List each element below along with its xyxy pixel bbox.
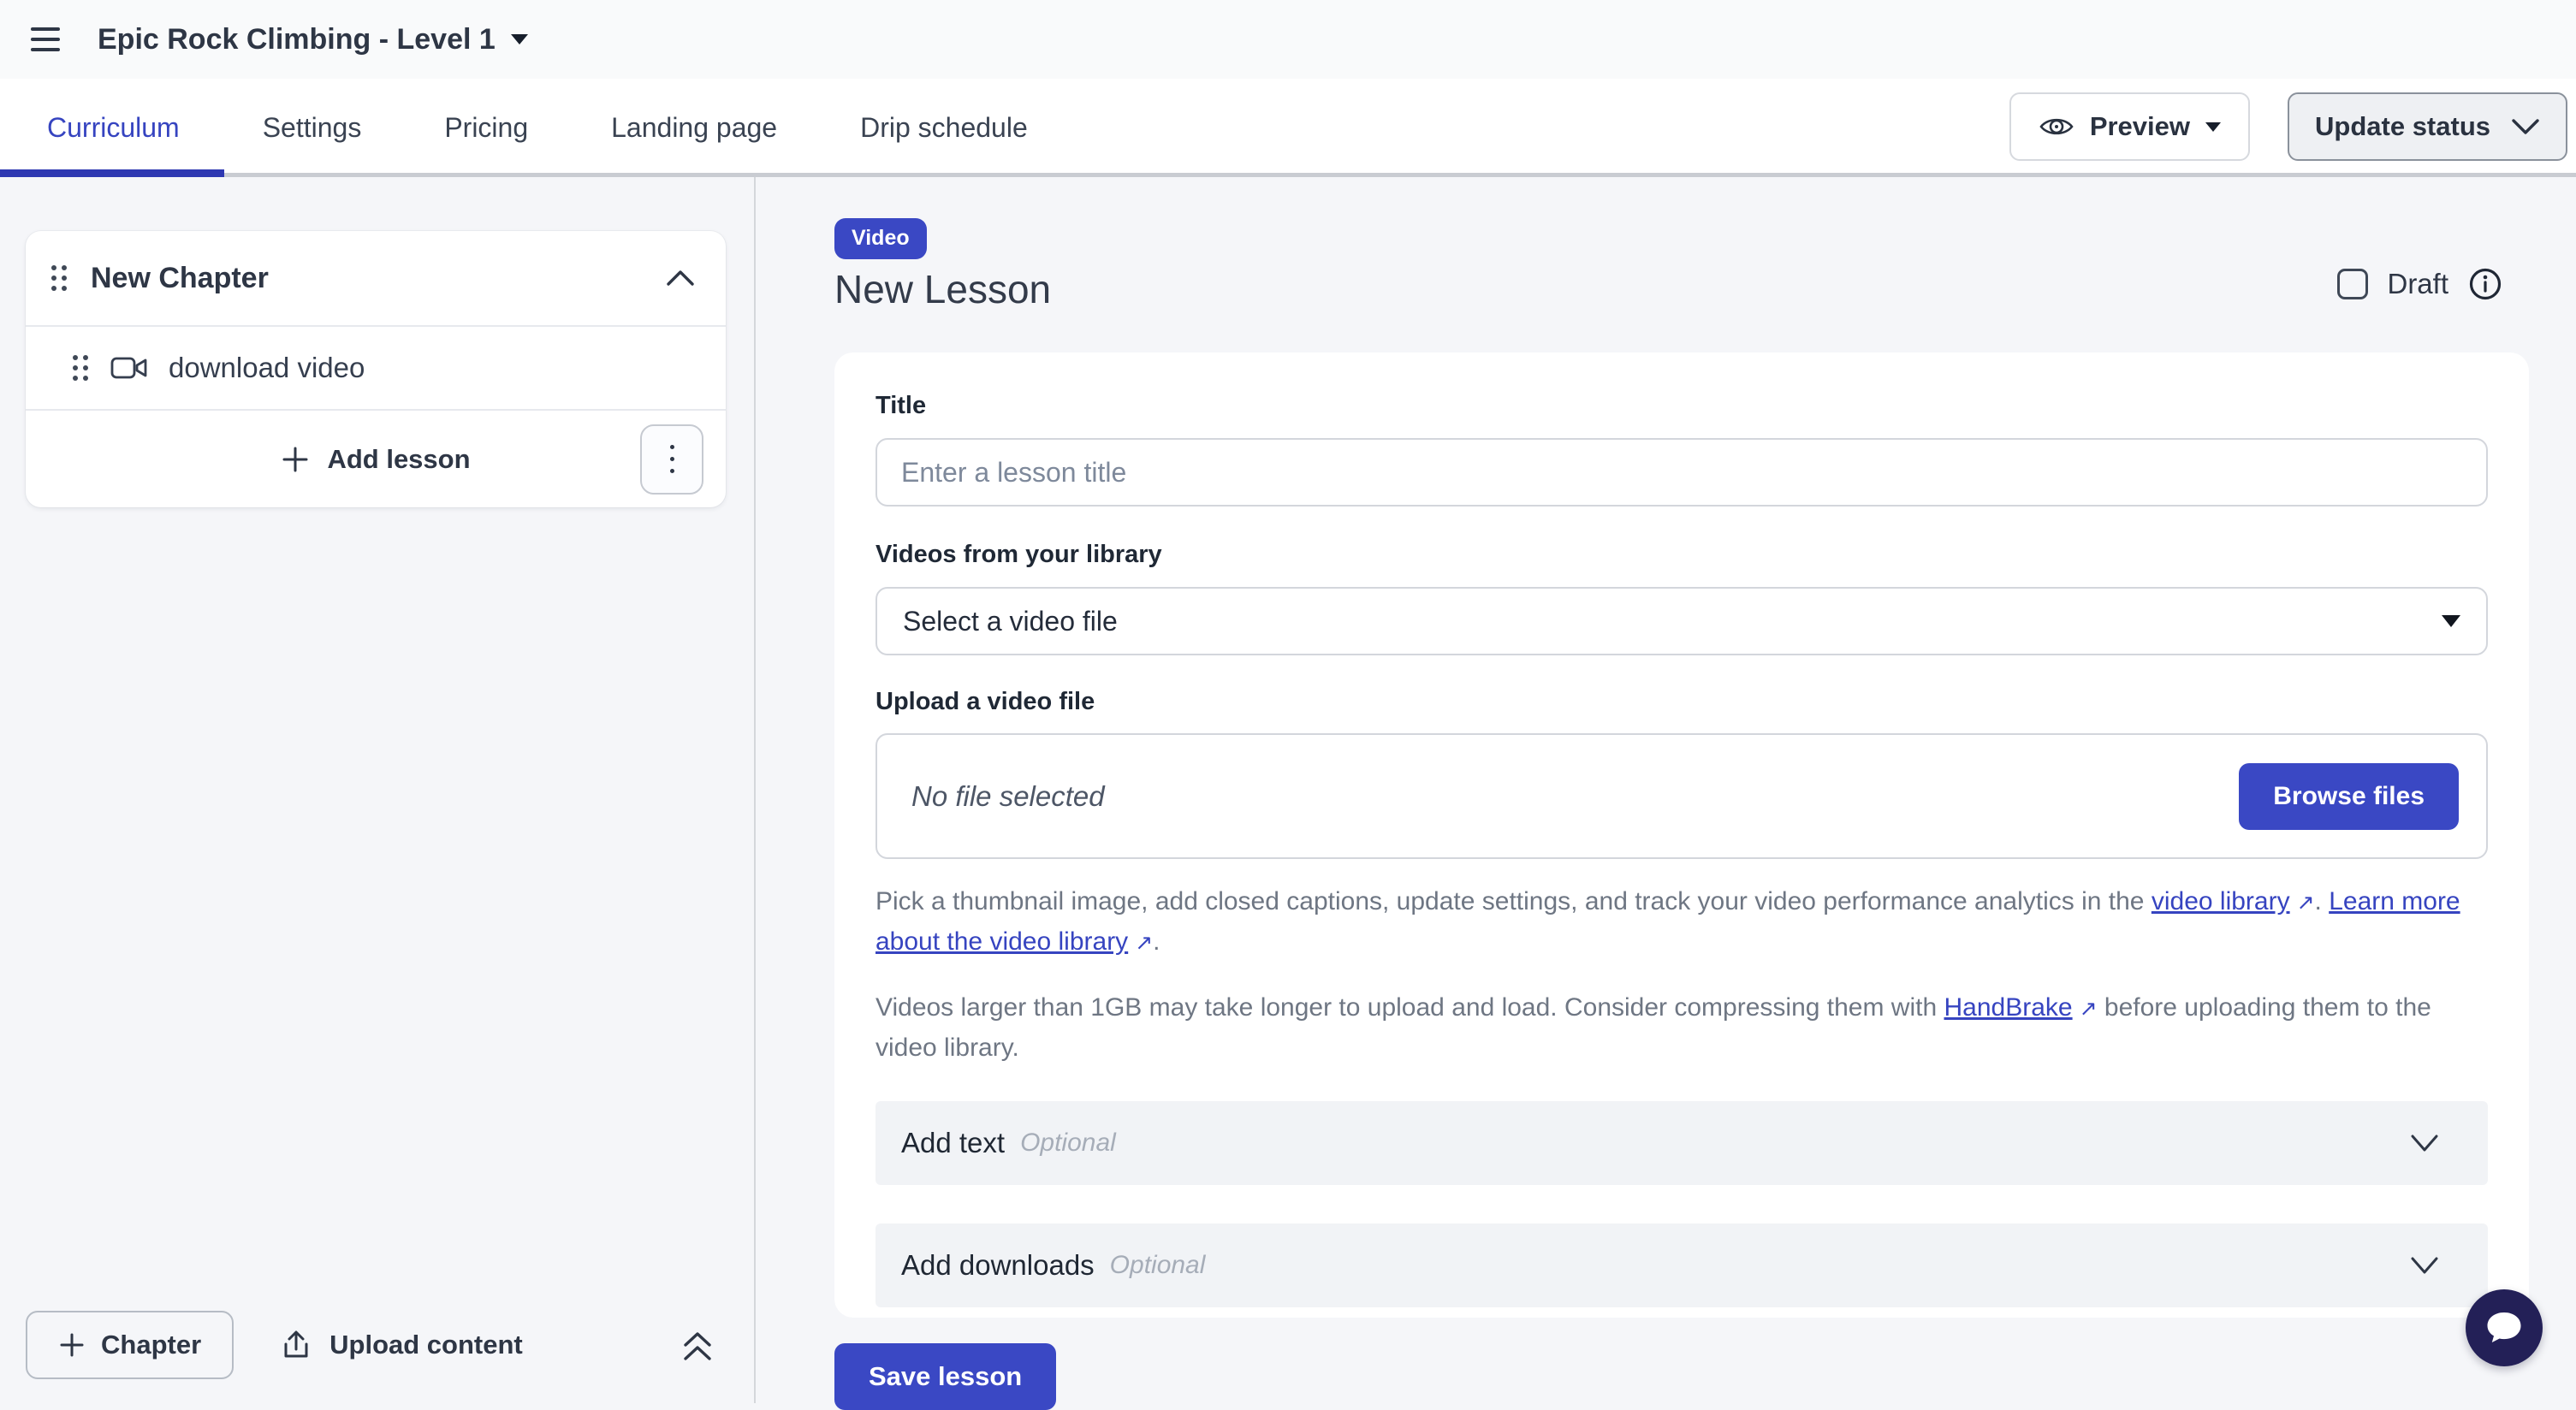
draft-toggle-group: Draft — [2337, 266, 2529, 302]
save-lesson-button[interactable]: Save lesson — [834, 1343, 1056, 1410]
double-chevron-up-icon — [678, 1325, 717, 1365]
lesson-type-badge: Video — [834, 218, 927, 259]
kebab-icon — [670, 445, 674, 473]
add-chapter-button[interactable]: Chapter — [26, 1311, 234, 1379]
add-downloads-accordion[interactable]: Add downloads Optional — [875, 1223, 2488, 1307]
link-label: video library — [2152, 887, 2290, 915]
curriculum-sidebar: New Chapter download video — [0, 177, 754, 1403]
chat-widget-button[interactable] — [2466, 1289, 2543, 1366]
plus-icon — [281, 445, 310, 474]
chevron-up-icon — [666, 269, 695, 287]
tab-pricing[interactable]: Pricing — [444, 112, 528, 144]
draft-checkbox[interactable] — [2337, 269, 2368, 299]
external-link-icon: ↗ — [2080, 990, 2098, 1028]
external-link-icon: ↗ — [1135, 924, 1153, 963]
chapter-card: New Chapter download video — [26, 231, 726, 507]
speech-bubble-icon — [2483, 1308, 2526, 1348]
upload-field-group: Upload a video file No file selected Bro… — [875, 688, 2488, 859]
draft-label: Draft — [2387, 268, 2448, 300]
add-text-accordion[interactable]: Add text Optional — [875, 1101, 2488, 1185]
upload-icon — [280, 1329, 312, 1361]
tab-settings[interactable]: Settings — [263, 112, 362, 144]
library-field-group: Videos from your library Select a video … — [875, 541, 2488, 655]
lesson-title: download video — [169, 352, 365, 384]
video-library-link[interactable]: video library↗ — [2152, 887, 2315, 915]
eye-icon — [2039, 114, 2074, 139]
video-camera-icon — [110, 354, 148, 382]
video-library-selected-value: Select a video file — [903, 606, 1118, 637]
drag-handle-icon[interactable] — [73, 355, 88, 381]
video-library-select[interactable]: Select a video file — [875, 587, 2488, 655]
video-size-help-text: Videos larger than 1GB may take longer t… — [875, 988, 2488, 1067]
course-switcher[interactable]: Epic Rock Climbing - Level 1 — [98, 23, 528, 56]
preview-button[interactable]: Preview — [2009, 92, 2250, 161]
lesson-page-title: New Lesson — [834, 266, 1051, 312]
caret-down-icon — [2205, 122, 2221, 132]
title-field-label: Title — [875, 392, 2488, 420]
course-title: Epic Rock Climbing - Level 1 — [98, 23, 496, 56]
title-field-group: Title — [875, 392, 2488, 507]
drag-handle-icon[interactable] — [51, 265, 67, 291]
optional-label: Optional — [1020, 1129, 1116, 1158]
tab-curriculum[interactable]: Curriculum — [47, 112, 180, 144]
chevron-down-icon — [2511, 118, 2540, 135]
handbrake-link[interactable]: HandBrake↗ — [1944, 993, 2098, 1022]
lesson-form-card: Title Videos from your library Select a … — [834, 352, 2529, 1318]
caret-down-icon — [511, 34, 528, 44]
tab-bar-divider — [0, 173, 2576, 177]
library-field-label: Videos from your library — [875, 541, 2488, 569]
update-status-button[interactable]: Update status — [2288, 92, 2567, 161]
menu-icon[interactable] — [31, 27, 60, 51]
top-bar: Epic Rock Climbing - Level 1 — [0, 0, 2576, 79]
no-file-selected-text: No file selected — [911, 780, 1105, 813]
chapter-options-button[interactable] — [640, 424, 703, 495]
help-text-segment: Videos larger than 1GB may take longer t… — [875, 993, 1944, 1022]
add-downloads-label: Add downloads — [901, 1249, 1095, 1282]
browse-files-button[interactable]: Browse files — [2239, 763, 2459, 830]
sidebar-footer: Chapter Upload content — [26, 1311, 717, 1379]
chapter-footer-row: Add lesson — [26, 411, 726, 507]
link-label: HandBrake — [1944, 993, 2073, 1022]
chapter-title: New Chapter — [91, 262, 269, 295]
video-library-help-text: Pick a thumbnail image, add closed capti… — [875, 882, 2488, 963]
tab-drip-schedule[interactable]: Drip schedule — [860, 112, 1028, 144]
help-text-segment: Pick a thumbnail image, add closed capti… — [875, 887, 2152, 915]
add-chapter-label: Chapter — [101, 1330, 201, 1360]
help-text-segment: . — [2315, 887, 2330, 915]
add-lesson-label: Add lesson — [327, 444, 470, 475]
help-text-segment: . — [1153, 927, 1160, 956]
lesson-title-input[interactable] — [875, 438, 2488, 507]
chevron-down-icon — [2409, 1256, 2440, 1275]
file-upload-box: No file selected Browse files — [875, 733, 2488, 859]
info-icon[interactable] — [2467, 266, 2503, 302]
lesson-item[interactable]: download video — [26, 325, 726, 411]
upload-content-label: Upload content — [329, 1330, 523, 1360]
tab-bar: Curriculum Settings Pricing Landing page… — [0, 79, 2576, 177]
external-link-icon: ↗ — [2297, 884, 2315, 922]
collapse-all-button[interactable] — [678, 1325, 717, 1365]
upload-content-button[interactable]: Upload content — [258, 1311, 545, 1379]
chevron-down-icon — [2409, 1134, 2440, 1152]
plus-icon — [58, 1331, 86, 1359]
caret-down-icon — [2442, 615, 2460, 627]
tab-landing-page[interactable]: Landing page — [611, 112, 777, 144]
add-lesson-button[interactable]: Add lesson — [281, 444, 470, 475]
active-tab-underline — [0, 169, 224, 177]
update-status-label: Update status — [2315, 111, 2490, 142]
upload-field-label: Upload a video file — [875, 688, 2488, 716]
collapse-chapter-button[interactable] — [666, 269, 695, 287]
add-text-label: Add text — [901, 1127, 1005, 1159]
lesson-header: Video New Lesson Draft — [834, 218, 2529, 312]
preview-label: Preview — [2090, 111, 2190, 142]
chapter-header[interactable]: New Chapter — [26, 231, 726, 325]
optional-label: Optional — [1110, 1251, 1206, 1280]
lesson-editor: Video New Lesson Draft Title Videos from… — [756, 177, 2576, 1403]
